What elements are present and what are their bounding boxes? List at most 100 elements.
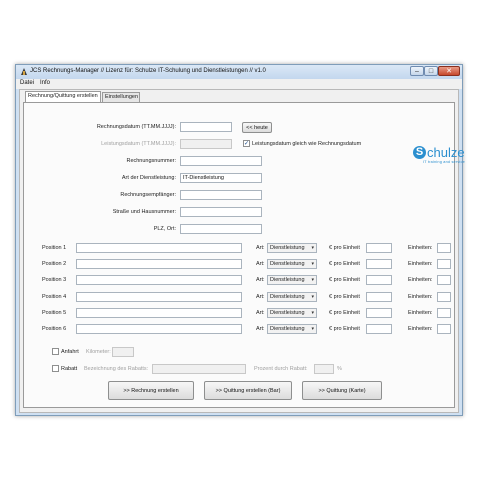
position-label: Position 3	[42, 277, 67, 283]
menu-datei[interactable]: Datei	[20, 80, 34, 86]
price-per-unit-label: € pro Einheit	[329, 261, 360, 267]
logo-tagline: IT training and service	[423, 160, 465, 164]
units-input[interactable]	[437, 243, 451, 253]
position-art-label: Art:	[256, 245, 265, 251]
rabatt-label[interactable]: Rabatt	[61, 366, 77, 372]
logo-icon: S	[413, 146, 426, 159]
quittung-karte-button[interactable]: >> Quittung (Karte)	[302, 381, 382, 400]
position-art-select[interactable]: Dienstleistung ▾	[267, 324, 317, 334]
position-art-select[interactable]: Dienstleistung ▾	[267, 243, 317, 253]
price-per-unit-input[interactable]	[366, 243, 392, 253]
minimize-button[interactable]: –	[410, 66, 424, 76]
plz-ort-input[interactable]	[180, 224, 262, 234]
kilometer-input[interactable]	[112, 347, 134, 357]
units-input[interactable]	[437, 324, 451, 334]
app-icon	[21, 68, 27, 75]
art-dienstleistung-label: Art der Dienstleistung:	[121, 175, 176, 181]
rechnung-erstellen-button[interactable]: >> Rechnung erstellen	[108, 381, 194, 400]
units-label: Einheiten:	[408, 245, 433, 251]
kilometer-label: Kilometer:	[86, 349, 111, 355]
units-input[interactable]	[437, 259, 451, 269]
position-art-label: Art:	[256, 277, 265, 283]
units-label: Einheiten:	[408, 277, 433, 283]
maximize-icon: □	[428, 67, 434, 75]
price-per-unit-input[interactable]	[366, 259, 392, 269]
rechnungsnummer-label: Rechnungsnummer:	[126, 158, 176, 164]
close-button[interactable]: ✕	[438, 66, 460, 76]
price-per-unit-label: € pro Einheit	[329, 277, 360, 283]
strasse-input[interactable]	[180, 207, 262, 217]
strasse-label: Straße und Hausnummer:	[112, 209, 176, 215]
rabatt-bezeichnung-input[interactable]	[152, 364, 246, 374]
units-label: Einheiten:	[408, 294, 433, 300]
price-per-unit-label: € pro Einheit	[329, 326, 360, 332]
position-art-value: Dienstleistung	[270, 294, 305, 300]
anfahrt-checkbox[interactable]	[52, 348, 59, 355]
percent-sign: %	[337, 366, 342, 372]
form-panel: S chulze IT training and service Rechnun…	[23, 102, 465, 408]
quittung-bar-button[interactable]: >> Quittung erstellen (Bar)	[204, 381, 292, 400]
chevron-down-icon: ▾	[311, 326, 314, 332]
leistungsdatum-checkbox-label[interactable]: Leistungsdatum gleich wie Rechnungsdatum	[252, 141, 361, 147]
rabatt-prozent-input[interactable]	[314, 364, 334, 374]
chevron-down-icon: ▾	[311, 261, 314, 267]
price-per-unit-input[interactable]	[366, 292, 392, 302]
position-label: Position 5	[42, 310, 67, 316]
rechnungsdatum-input[interactable]	[180, 122, 232, 132]
units-input[interactable]	[437, 292, 451, 302]
position-label: Position 6	[42, 326, 67, 332]
menu-info[interactable]: Info	[40, 80, 50, 86]
leistungsdatum-input[interactable]	[180, 139, 232, 149]
position-art-value: Dienstleistung	[270, 326, 305, 332]
menu-bar: Datei Info	[16, 79, 462, 89]
position-description-input[interactable]	[76, 259, 242, 269]
leistungsdatum-checkbox[interactable]: ✓	[243, 140, 250, 147]
rechnungsnummer-input[interactable]	[180, 156, 262, 166]
maximize-button[interactable]: □	[424, 66, 438, 76]
position-art-select[interactable]: Dienstleistung ▾	[267, 275, 317, 285]
window-title: JCS Rechnungs-Manager // Lizenz für: Sch…	[30, 68, 266, 74]
position-art-value: Dienstleistung	[270, 261, 305, 267]
position-description-input[interactable]	[76, 243, 242, 253]
position-art-label: Art:	[256, 310, 265, 316]
price-per-unit-label: € pro Einheit	[329, 310, 360, 316]
position-art-value: Dienstleistung	[270, 245, 305, 251]
position-art-value: Dienstleistung	[270, 277, 305, 283]
units-label: Einheiten:	[408, 326, 433, 332]
tab-einstellungen[interactable]: Einstellungen	[102, 92, 140, 102]
position-art-select[interactable]: Dienstleistung ▾	[267, 292, 317, 302]
rabatt-bezeichnung-label: Bezeichnung des Rabatts:	[84, 366, 149, 372]
price-per-unit-input[interactable]	[366, 324, 392, 334]
position-art-value: Dienstleistung	[270, 310, 305, 316]
position-art-select[interactable]: Dienstleistung ▾	[267, 259, 317, 269]
price-per-unit-input[interactable]	[366, 308, 392, 318]
position-description-input[interactable]	[76, 308, 242, 318]
rabatt-checkbox[interactable]	[52, 365, 59, 372]
heute-button[interactable]: << heute	[242, 122, 272, 133]
position-label: Position 2	[42, 261, 67, 267]
units-label: Einheiten:	[408, 310, 433, 316]
price-per-unit-label: € pro Einheit	[329, 245, 360, 251]
price-per-unit-label: € pro Einheit	[329, 294, 360, 300]
units-label: Einheiten:	[408, 261, 433, 267]
position-description-input[interactable]	[76, 292, 242, 302]
art-dienstleistung-input[interactable]: IT-Dienstleistung	[180, 173, 262, 183]
empfaenger-label: Rechnungsempfänger:	[120, 192, 176, 198]
plz-ort-label: PLZ, Ort:	[153, 226, 176, 232]
position-label: Position 4	[42, 294, 67, 300]
leistungsdatum-label: Leistungsdatum (TT.MM.JJJJ):	[101, 141, 176, 147]
app-window: JCS Rechnungs-Manager // Lizenz für: Sch…	[15, 64, 465, 416]
position-art-select[interactable]: Dienstleistung ▾	[267, 308, 317, 318]
price-per-unit-input[interactable]	[366, 275, 392, 285]
position-art-label: Art:	[256, 326, 265, 332]
position-art-label: Art:	[256, 261, 265, 267]
anfahrt-label[interactable]: Anfahrt	[61, 349, 79, 355]
minimize-icon: –	[415, 67, 419, 75]
position-description-input[interactable]	[76, 275, 242, 285]
position-description-input[interactable]	[76, 324, 242, 334]
empfaenger-input[interactable]	[180, 190, 262, 200]
title-bar[interactable]: JCS Rechnungs-Manager // Lizenz für: Sch…	[16, 65, 462, 79]
rechnungsdatum-label: Rechnungsdatum (TT.MM.JJJJ):	[96, 124, 176, 130]
units-input[interactable]	[437, 275, 451, 285]
units-input[interactable]	[437, 308, 451, 318]
